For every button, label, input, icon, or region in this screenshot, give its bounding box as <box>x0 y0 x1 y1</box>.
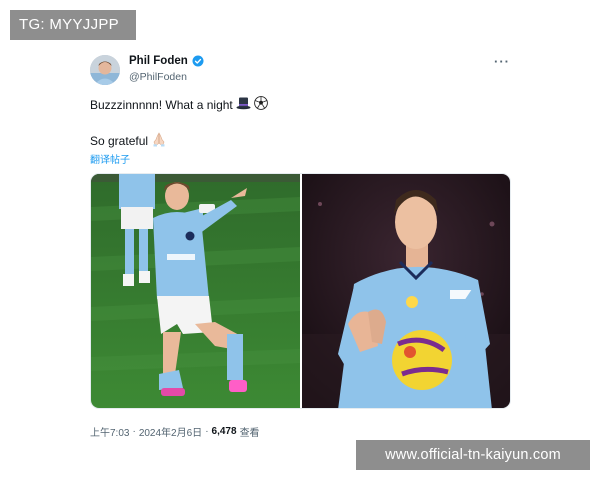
top-hat-icon <box>236 96 251 113</box>
meta-separator: · <box>132 426 136 437</box>
tweet-card[interactable]: Phil Foden @PhilFoden ··· Buzzzinnnnn! W… <box>90 52 522 442</box>
more-horizontal-icon[interactable]: ··· <box>494 54 510 69</box>
avatar[interactable] <box>90 55 120 85</box>
tweet-date[interactable]: 2024年2月6日 <box>139 424 202 439</box>
views-label[interactable]: 查看 <box>240 424 260 439</box>
site-watermark: www.official-tn-kaiyun.com <box>356 440 590 470</box>
tg-watermark: TG: MYYJJPP <box>10 10 136 40</box>
tweet-text-2: So grateful <box>90 134 149 148</box>
display-name[interactable]: Phil Foden <box>129 55 188 67</box>
tweet-time[interactable]: 上午7:03 <box>90 424 129 439</box>
translate-post-link[interactable]: 翻译帖子 <box>90 151 130 166</box>
tweet-text-line-2: So grateful <box>90 132 167 150</box>
meta-separator-2: · <box>205 426 209 437</box>
tweet-meta: 上午7:03 · 2024年2月6日 · 6,478 查看 <box>90 424 260 439</box>
user-handle[interactable]: @PhilFoden <box>129 71 187 83</box>
tweet-media-grid[interactable] <box>90 173 511 409</box>
tweet-photo-celebration[interactable] <box>91 174 300 408</box>
tweet-photo-applause[interactable] <box>302 174 510 408</box>
views-count[interactable]: 6,478 <box>212 426 237 437</box>
praying-hands-icon <box>151 132 167 150</box>
soccer-ball-icon <box>253 96 268 113</box>
verified-badge-icon <box>192 55 204 67</box>
tweet-text-line-1: Buzzzinnnnn! What a night <box>90 96 268 113</box>
tweet-text: Buzzzinnnnn! What a night <box>90 97 233 112</box>
